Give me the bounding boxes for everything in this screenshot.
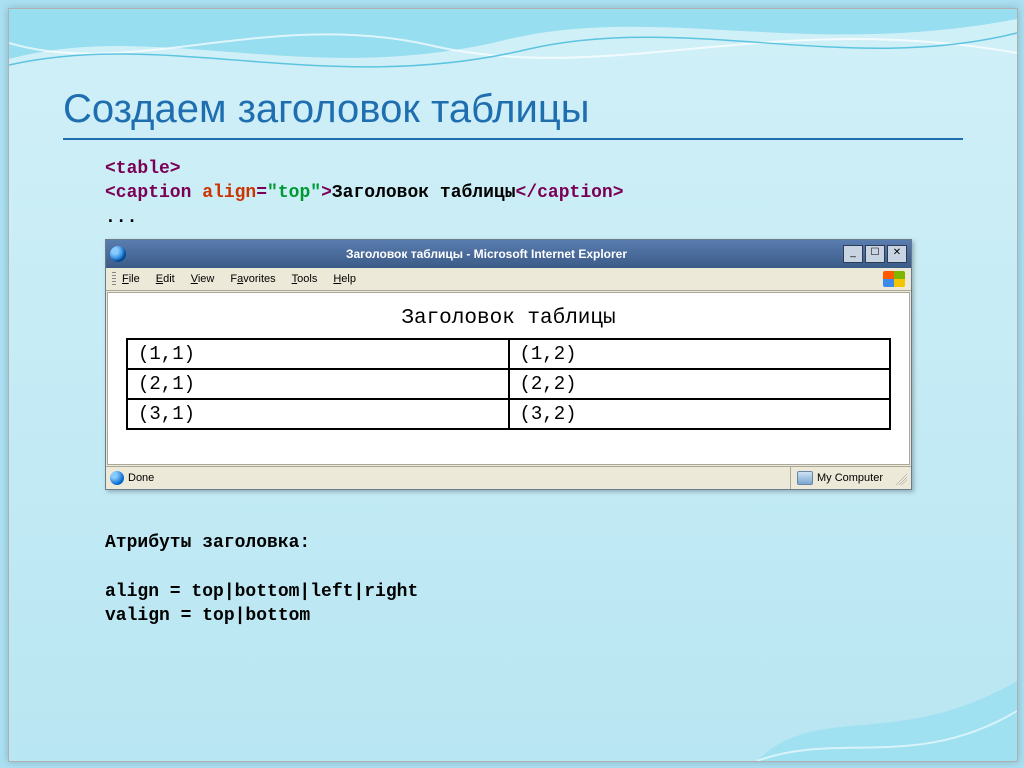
attrs-heading: Атрибуты заголовка:: [105, 531, 418, 555]
toolbar-grip: [112, 272, 116, 286]
windows-flag-icon: [883, 271, 905, 287]
code-text: Заголовок таблицы: [332, 183, 516, 203]
table-caption: Заголовок таблицы: [126, 307, 891, 330]
cell: (2,1): [127, 369, 509, 399]
statusbar: Done My Computer: [106, 466, 911, 489]
tag-caption-close: </caption>: [516, 183, 624, 203]
menu-edit[interactable]: Edit: [156, 273, 175, 285]
tag-table-open: <table>: [105, 159, 181, 179]
cell: (2,2): [509, 369, 891, 399]
decorative-wave-bottom: [757, 601, 1017, 761]
status-text-left: Done: [128, 472, 154, 484]
my-computer-icon: [797, 471, 813, 485]
attributes-block: Атрибуты заголовка: align = top|bottom|l…: [105, 531, 418, 628]
cell: (1,1): [127, 339, 509, 369]
cell: (3,2): [509, 399, 891, 429]
demo-table: (1,1) (1,2) (2,1) (2,2) (3,1) (3,2): [126, 338, 891, 430]
attrs-line-2: valign = top|bottom: [105, 604, 418, 628]
menu-file[interactable]: File: [122, 273, 140, 285]
code-gt: >: [321, 183, 332, 203]
attr-align: align: [191, 183, 256, 203]
ie-icon: [110, 246, 126, 262]
status-zone: My Computer: [790, 467, 889, 489]
minimize-button[interactable]: _: [843, 245, 863, 263]
slide: Создаем заголовок таблицы <table> <capti…: [8, 8, 1018, 762]
menu-view[interactable]: View: [191, 273, 215, 285]
val-top: "top": [267, 183, 321, 203]
ie-window: Заголовок таблицы - Microsoft Internet E…: [105, 239, 912, 490]
titlebar: Заголовок таблицы - Microsoft Internet E…: [106, 240, 911, 268]
maximize-button[interactable]: ☐: [865, 245, 885, 263]
code-eq: =: [256, 183, 267, 203]
menu-help[interactable]: Help: [333, 273, 356, 285]
page-content: Заголовок таблицы (1,1) (1,2) (2,1) (2,2…: [107, 292, 910, 465]
cell: (1,2): [509, 339, 891, 369]
decorative-wave-top: [9, 9, 1017, 97]
table-row: (1,1) (1,2): [127, 339, 890, 369]
menu-tools[interactable]: Tools: [292, 273, 318, 285]
menu-favorites[interactable]: Favorites: [230, 273, 275, 285]
table-row: (2,1) (2,2): [127, 369, 890, 399]
status-ie-icon: [110, 471, 124, 485]
resize-grip[interactable]: [893, 471, 907, 485]
code-sample-top: <table> <caption align="top">Заголовок т…: [105, 157, 624, 230]
status-text-right: My Computer: [817, 472, 883, 484]
attrs-line-1: align = top|bottom|left|right: [105, 580, 418, 604]
cell: (3,1): [127, 399, 509, 429]
slide-title: Создаем заголовок таблицы: [63, 87, 963, 140]
close-button[interactable]: ✕: [887, 245, 907, 263]
menubar: File Edit View Favorites Tools Help: [106, 268, 911, 291]
tag-caption-open: <caption: [105, 183, 191, 203]
window-title: Заголовок таблицы - Microsoft Internet E…: [132, 247, 841, 261]
table-row: (3,1) (3,2): [127, 399, 890, 429]
code-ellipsis: ...: [105, 206, 624, 230]
